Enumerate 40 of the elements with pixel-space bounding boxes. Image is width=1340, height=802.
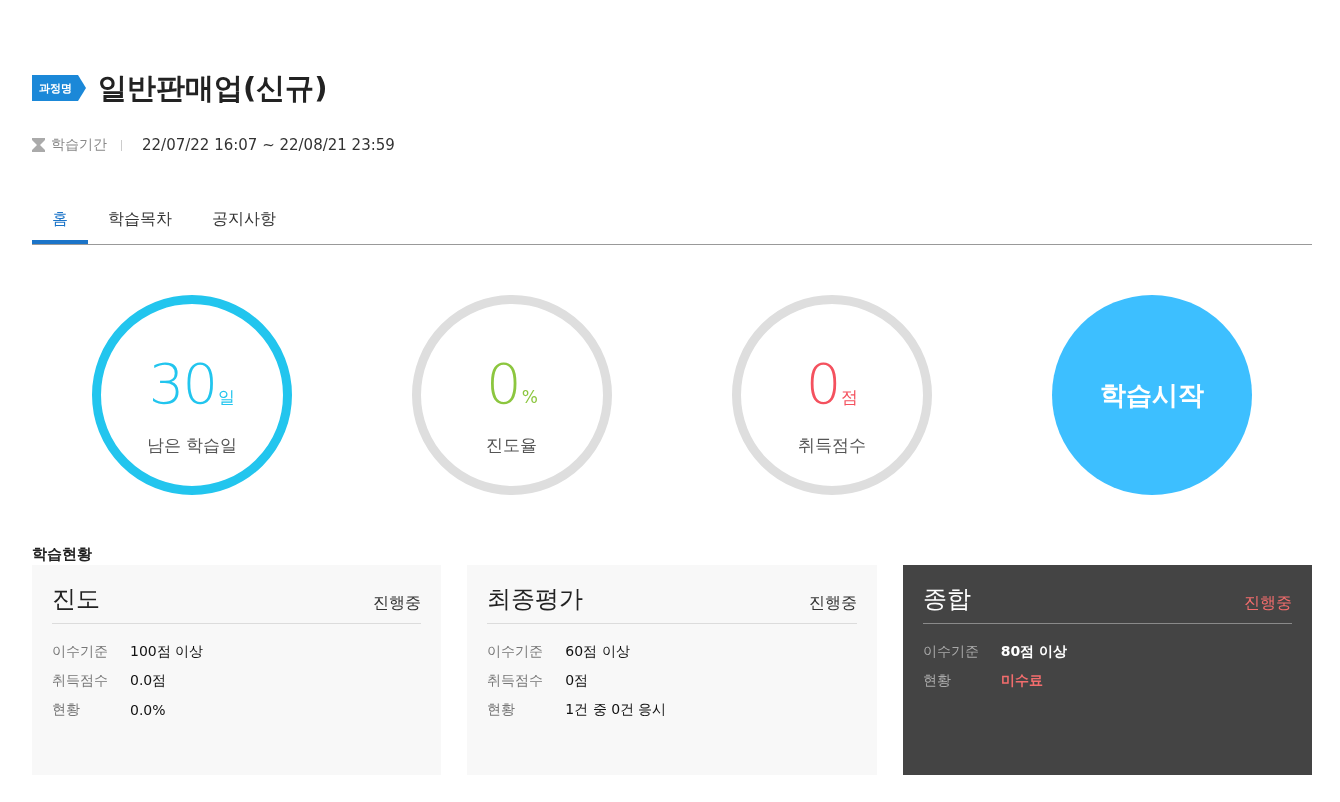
- card-status: 진행중: [808, 592, 857, 614]
- card-status: 진행중: [373, 592, 422, 614]
- row-label: 이수기준: [52, 642, 109, 661]
- stat-label: 취득점수: [798, 433, 866, 457]
- row-label: 현황: [922, 671, 952, 690]
- row-value: 0점: [565, 671, 589, 690]
- stat-value: 0: [486, 353, 520, 414]
- row-label: 이수기준: [922, 642, 980, 661]
- stat-value: 30: [148, 353, 217, 414]
- stat-value: 0: [805, 353, 840, 414]
- card-status: 진행중: [1244, 592, 1292, 614]
- row-label: 취득점수: [52, 671, 109, 690]
- stat-unit: 일: [218, 385, 236, 409]
- row-value: 1건 중 0건 응시: [565, 700, 667, 719]
- card-title: 최종평가: [487, 584, 584, 615]
- row-value: 60점 이상: [565, 642, 630, 661]
- row-label: 이수기준: [487, 642, 545, 661]
- row-value: 미수료: [1000, 671, 1043, 690]
- row-value: 0.0%: [130, 701, 166, 718]
- card-title: 진도: [52, 584, 100, 615]
- row-label: 현황: [487, 700, 517, 719]
- stat-unit: 점: [841, 385, 859, 409]
- row-label: 취득점수: [487, 671, 545, 690]
- hourglass-icon: [32, 138, 45, 152]
- row-value: 0.0점: [130, 671, 167, 690]
- row-value: 80점 이상: [1000, 642, 1067, 661]
- tab[interactable]: 학습목차: [88, 200, 192, 244]
- period-value: 22/07/22 16:07 ~ 22/08/21 23:59: [142, 136, 395, 154]
- stat-unit: %: [521, 385, 538, 409]
- stat-label: 남은 학습일: [146, 433, 238, 457]
- course-title: 일반판매업(신규): [98, 70, 328, 106]
- card-title: 종합: [922, 584, 971, 615]
- row-value: 100점 이상: [130, 642, 204, 661]
- stat-label: 진도율: [486, 433, 538, 457]
- section-title: 학습현황: [32, 545, 92, 563]
- tab[interactable]: 공지사항: [192, 200, 296, 244]
- period-label: 학습기간: [51, 136, 107, 154]
- tab[interactable]: 홈: [32, 200, 88, 244]
- course-label-tag: 과정명: [32, 75, 86, 101]
- row-label: 현황: [52, 700, 81, 719]
